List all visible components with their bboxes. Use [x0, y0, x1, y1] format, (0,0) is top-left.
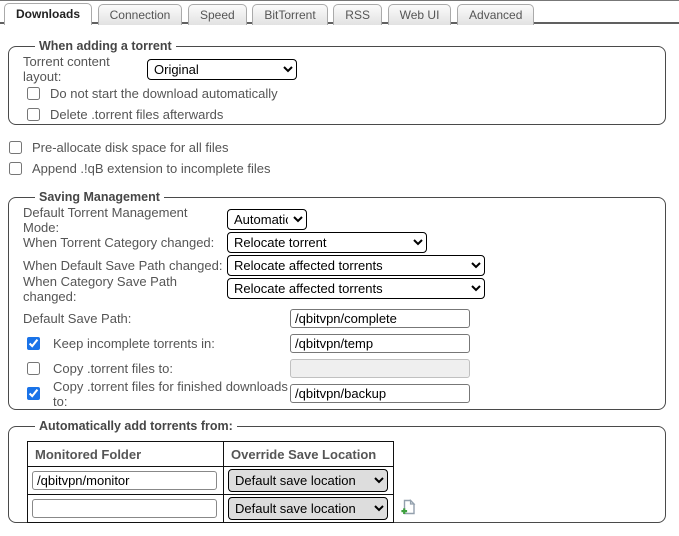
do-not-start-label: Do not start the download automatically — [50, 86, 278, 101]
tab-rss[interactable]: RSS — [333, 4, 382, 25]
tab-bittorrent[interactable]: BitTorrent — [252, 4, 327, 25]
tab-speed[interactable]: Speed — [188, 4, 247, 25]
preallocate-label: Pre-allocate disk space for all files — [32, 140, 229, 155]
default-save-path-row: Default Save Path: — [23, 306, 657, 331]
tab-advanced[interactable]: Advanced — [457, 4, 534, 25]
management-mode-label: Default Torrent Management Mode: — [23, 205, 227, 235]
category-changed-select[interactable]: Relocate torrent — [227, 232, 427, 253]
table-row: Default save location — [28, 495, 394, 523]
copy-torrent-files-path-input — [290, 359, 470, 378]
category-changed-row: When Torrent Category changed: Relocate … — [23, 231, 657, 254]
do-not-start-row: Do not start the download automatically — [23, 83, 657, 104]
copy-finished-row: Copy .torrent files for finished downloa… — [23, 381, 657, 406]
category-path-changed-row: When Category Save Path changed: Relocat… — [23, 277, 657, 300]
preallocate-checkbox[interactable] — [9, 141, 22, 154]
saving-management-legend: Saving Management — [35, 190, 164, 204]
torrent-content-layout-label: Torrent content layout: — [23, 54, 147, 84]
tab-connection[interactable]: Connection — [98, 4, 183, 25]
append-extension-label: Append .!qB extension to incomplete file… — [32, 161, 270, 176]
delete-torrent-files-label: Delete .torrent files afterwards — [50, 107, 223, 122]
when-adding-torrent-legend: When adding a torrent — [35, 39, 176, 53]
auto-add-torrents-section: Automatically add torrents from: Monitor… — [8, 419, 666, 523]
copy-torrent-files-label: Copy .torrent files to: — [53, 361, 173, 376]
copy-torrent-files-row: Copy .torrent files to: — [23, 356, 657, 381]
watched-folders-table: Monitored Folder Override Save Location … — [27, 441, 394, 523]
management-mode-select[interactable]: Automatic — [227, 209, 307, 230]
general-download-options: Pre-allocate disk space for all files Ap… — [9, 137, 679, 179]
copy-finished-label: Copy .torrent files for finished downloa… — [53, 379, 290, 409]
override-save-location-select-2[interactable]: Default save location — [228, 497, 388, 520]
copy-finished-path-input[interactable] — [290, 384, 470, 403]
copy-finished-checkbox[interactable] — [27, 387, 40, 400]
management-mode-row: Default Torrent Management Mode: Automat… — [23, 208, 657, 231]
keep-incomplete-label: Keep incomplete torrents in: — [53, 336, 215, 351]
category-path-changed-label: When Category Save Path changed: — [23, 274, 227, 304]
delete-torrent-files-row: Delete .torrent files afterwards — [23, 104, 657, 125]
table-row: Default save location — [28, 467, 394, 495]
copy-torrent-files-checkbox[interactable] — [27, 362, 40, 375]
keep-incomplete-path-input[interactable] — [290, 334, 470, 353]
default-path-changed-select[interactable]: Relocate affected torrents — [227, 255, 485, 276]
settings-tab-bar: Downloads Connection Speed BitTorrent RS… — [0, 0, 679, 24]
override-save-location-header: Override Save Location — [224, 442, 394, 467]
do-not-start-checkbox[interactable] — [27, 87, 40, 100]
category-changed-label: When Torrent Category changed: — [23, 235, 227, 250]
keep-incomplete-row: Keep incomplete torrents in: — [23, 331, 657, 356]
table-header-row: Monitored Folder Override Save Location — [28, 442, 394, 467]
watched-folders-table-wrap: Monitored Folder Override Save Location … — [27, 441, 657, 523]
when-adding-torrent-section: When adding a torrent Torrent content la… — [8, 39, 666, 125]
append-extension-checkbox[interactable] — [9, 162, 22, 175]
monitored-folder-input-2[interactable] — [32, 499, 217, 518]
tab-downloads[interactable]: Downloads — [4, 3, 92, 25]
torrent-content-layout-row: Torrent content layout: Original — [23, 57, 657, 81]
default-save-path-label: Default Save Path: — [23, 311, 131, 326]
category-path-changed-select[interactable]: Relocate affected torrents — [227, 278, 485, 299]
auto-add-torrents-legend: Automatically add torrents from: — [35, 419, 237, 433]
add-document-icon[interactable] — [401, 499, 416, 518]
monitored-folder-input-1[interactable] — [32, 471, 217, 490]
default-path-changed-label: When Default Save Path changed: — [23, 258, 227, 273]
tab-webui[interactable]: Web UI — [388, 4, 452, 25]
keep-incomplete-checkbox[interactable] — [27, 337, 40, 350]
override-save-location-select-1[interactable]: Default save location — [228, 469, 388, 492]
monitored-folder-header: Monitored Folder — [28, 442, 224, 467]
saving-management-section: Saving Management Default Torrent Manage… — [8, 190, 666, 410]
append-extension-row: Append .!qB extension to incomplete file… — [9, 158, 679, 179]
torrent-content-layout-select[interactable]: Original — [147, 59, 297, 80]
default-save-path-input[interactable] — [290, 309, 470, 328]
delete-torrent-files-checkbox[interactable] — [27, 108, 40, 121]
preallocate-row: Pre-allocate disk space for all files — [9, 137, 679, 158]
